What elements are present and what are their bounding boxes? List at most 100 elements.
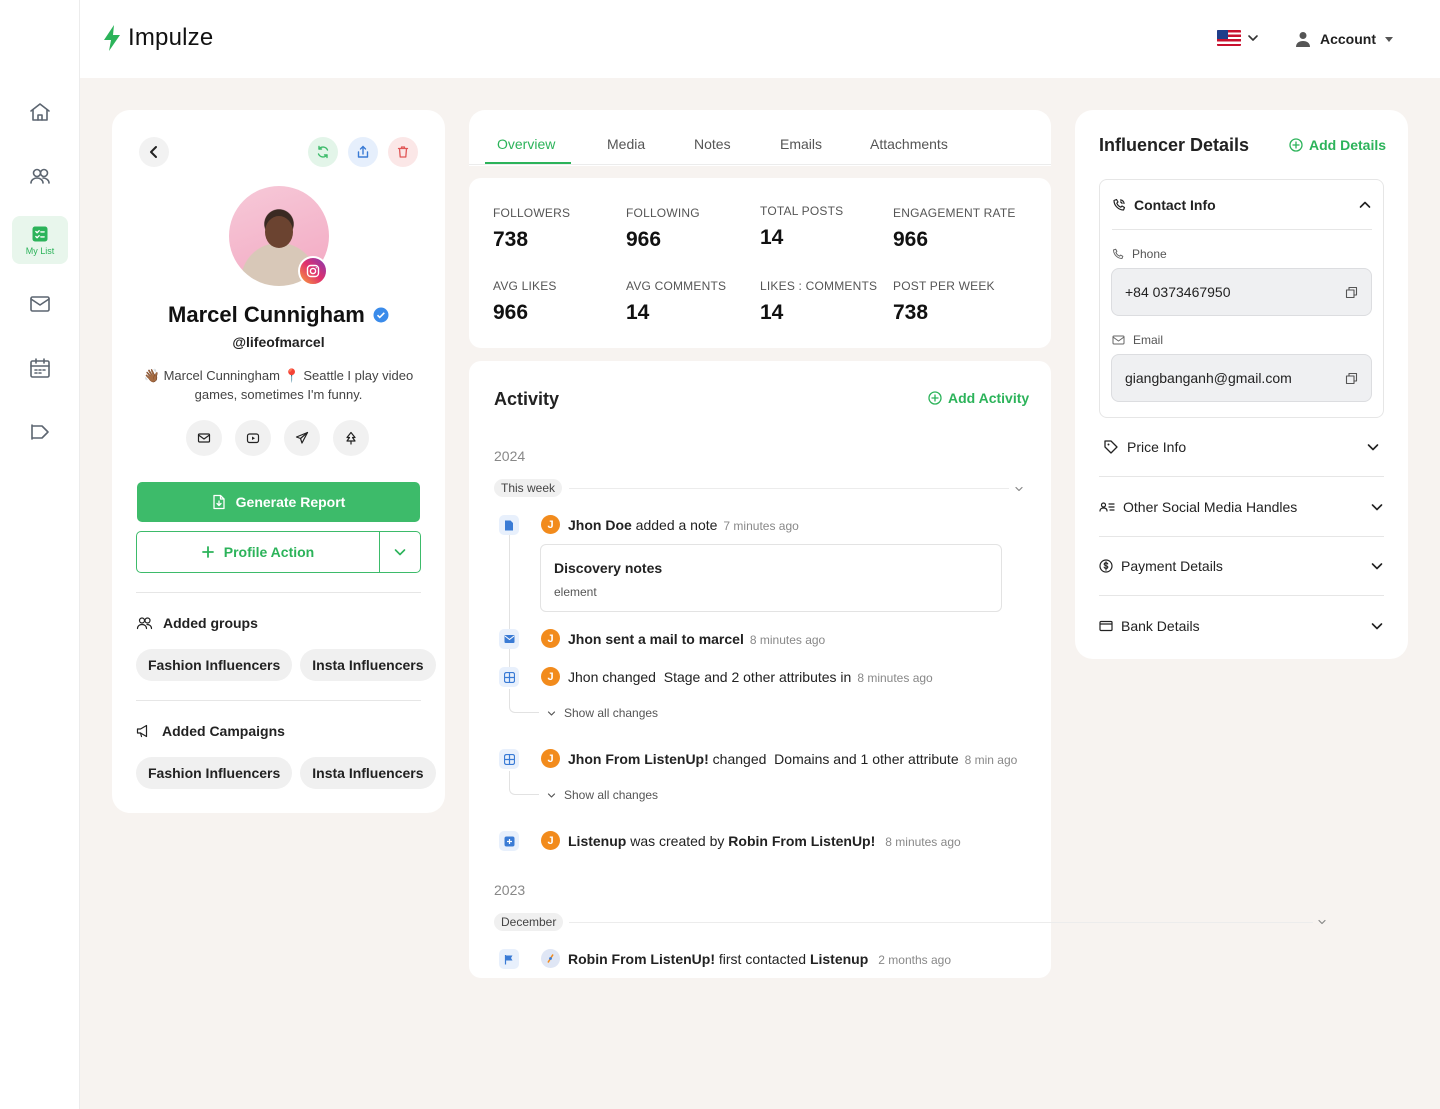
email-link-button[interactable] [186, 420, 222, 456]
share-button[interactable] [348, 137, 378, 167]
period-divider [569, 488, 1009, 489]
show-all-changes-label: Show all changes [564, 706, 659, 720]
show-all-changes-button[interactable]: Show all changes [547, 706, 658, 720]
stat-likes-comments: LIKES : COMMENTS 14 [760, 279, 877, 325]
note-card[interactable]: Discovery notes element [540, 544, 1002, 612]
campaign-chip[interactable]: Fashion Influencers [136, 757, 293, 789]
tab-emails[interactable]: Emails [780, 136, 822, 152]
change-event-icon [499, 667, 519, 687]
add-activity-button[interactable]: Add Activity [928, 390, 1029, 406]
tab-overview[interactable]: Overview [497, 136, 555, 152]
period-divider [569, 922, 1051, 923]
event-time: 8 minutes ago [857, 671, 933, 685]
event-time: 8 minutes ago [749, 633, 826, 647]
sidebar-item-users[interactable] [12, 152, 68, 200]
timeline-branch [509, 771, 539, 795]
email-field[interactable]: giangbanganh@gmail.com [1111, 354, 1372, 402]
campaign-chip[interactable]: Insta Influencers [300, 757, 436, 789]
event-actor[interactable]: Jhon Doe [568, 517, 632, 533]
event-time: 7 minutes ago [723, 519, 799, 533]
tab-attachments[interactable]: Attachments [870, 136, 948, 152]
avatar: J [541, 749, 560, 768]
stat-value: 14 [760, 226, 784, 249]
divider [136, 592, 421, 593]
payment-details-section[interactable]: Payment Details [1099, 537, 1384, 596]
group-chip[interactable]: Fashion Influencers [136, 649, 293, 681]
back-button[interactable] [139, 137, 169, 167]
sidebar-item-calendar[interactable] [12, 344, 68, 392]
profile-name: Marcel Cunnigham [112, 302, 445, 328]
tab-notes[interactable]: Notes [694, 136, 731, 152]
chevron-down-icon[interactable] [1317, 917, 1327, 927]
groups-list: Fashion Influencers Insta Influencers [136, 649, 436, 681]
sidebar-item-home[interactable] [12, 88, 68, 136]
contact-info-header[interactable]: Contact Info [1112, 197, 1216, 213]
sidebar-item-my-list[interactable]: My List [12, 216, 68, 264]
create-event-icon [499, 831, 519, 851]
youtube-icon [246, 433, 260, 444]
stat-avg-likes: AVG LIKES 966 [493, 279, 557, 325]
chevron-up-icon[interactable] [1358, 198, 1372, 212]
youtube-link-button[interactable] [235, 420, 271, 456]
add-details-label: Add Details [1309, 137, 1387, 153]
bank-details-section[interactable]: Bank Details [1099, 596, 1384, 655]
phone-icon [1113, 248, 1124, 259]
social-handles-section[interactable]: Other Social Media Handles [1099, 478, 1384, 537]
chevron-down-icon [1371, 504, 1383, 511]
mail-event-icon [499, 629, 519, 649]
megaphone-icon [136, 724, 148, 738]
top-header: Impulze Account [80, 0, 1440, 78]
profile-action-button[interactable]: Profile Action [137, 532, 379, 572]
tab-media[interactable]: Media [607, 136, 645, 152]
event-actor[interactable]: Jhon From ListenUp! [568, 751, 709, 767]
tab-bar: Overview Media Notes Emails Attachments [469, 110, 1051, 166]
app-logo[interactable]: Impulze [102, 24, 213, 52]
timeline-line [509, 535, 510, 631]
stat-value: 966 [893, 228, 929, 251]
telegram-link-button[interactable] [284, 420, 320, 456]
event-actor[interactable]: Robin From ListenUp! [568, 951, 715, 967]
chevron-down-icon [394, 549, 406, 556]
email-label-text: Email [1133, 333, 1164, 347]
tab-divider [469, 164, 1051, 165]
sidebar-item-mail[interactable] [12, 280, 68, 328]
profile-action-dropdown[interactable] [379, 532, 420, 572]
note-title: Discovery notes [554, 560, 663, 576]
account-menu[interactable]: Account [1294, 30, 1394, 48]
linktree-link-button[interactable] [333, 420, 369, 456]
price-info-section[interactable]: Price Info [1099, 418, 1384, 477]
stat-label: LIKES : COMMENTS [760, 279, 878, 293]
sidebar-item-campaigns[interactable] [12, 408, 68, 456]
event-actor[interactable]: Jhon [568, 669, 598, 685]
chevron-down-icon[interactable] [1014, 484, 1024, 494]
refresh-button[interactable] [308, 137, 338, 167]
timeline-branch [509, 689, 539, 713]
phone-label-text: Phone [1132, 247, 1167, 261]
delete-button[interactable] [388, 137, 418, 167]
dollar-circle-icon [1099, 559, 1113, 573]
copy-icon[interactable] [1345, 286, 1358, 299]
stat-value: 966 [493, 301, 529, 324]
checklist-icon [32, 226, 48, 242]
add-details-button[interactable]: Add Details [1289, 137, 1386, 153]
event-actor[interactable]: Jhon sent a mail to marcel [568, 631, 744, 647]
copy-icon[interactable] [1345, 372, 1358, 385]
linktree-icon [346, 431, 356, 445]
stat-engagement-rate: ENGAGEMENT RATE 966 [893, 206, 1016, 252]
share-icon [357, 145, 369, 158]
event-actor[interactable]: Listenup [568, 833, 626, 849]
event-target[interactable]: Robin From ListenUp! [728, 833, 875, 849]
generate-report-button[interactable]: Generate Report [137, 482, 420, 522]
mail-icon [30, 296, 50, 312]
event-target[interactable]: Domains and 1 other attribute [774, 751, 958, 767]
group-chip[interactable]: Insta Influencers [300, 649, 436, 681]
phone-field[interactable]: +84 0373467950 [1111, 268, 1372, 316]
show-all-changes-button[interactable]: Show all changes [547, 788, 658, 802]
event-time: 8 minutes ago [885, 835, 961, 849]
chevron-down-icon [1248, 35, 1258, 41]
event-target[interactable]: Stage and 2 other attributes in [664, 669, 852, 685]
language-selector[interactable] [1217, 30, 1259, 46]
stat-value: 738 [893, 301, 929, 324]
phone-call-icon [1113, 198, 1126, 211]
event-target[interactable]: Listenup [810, 951, 868, 967]
